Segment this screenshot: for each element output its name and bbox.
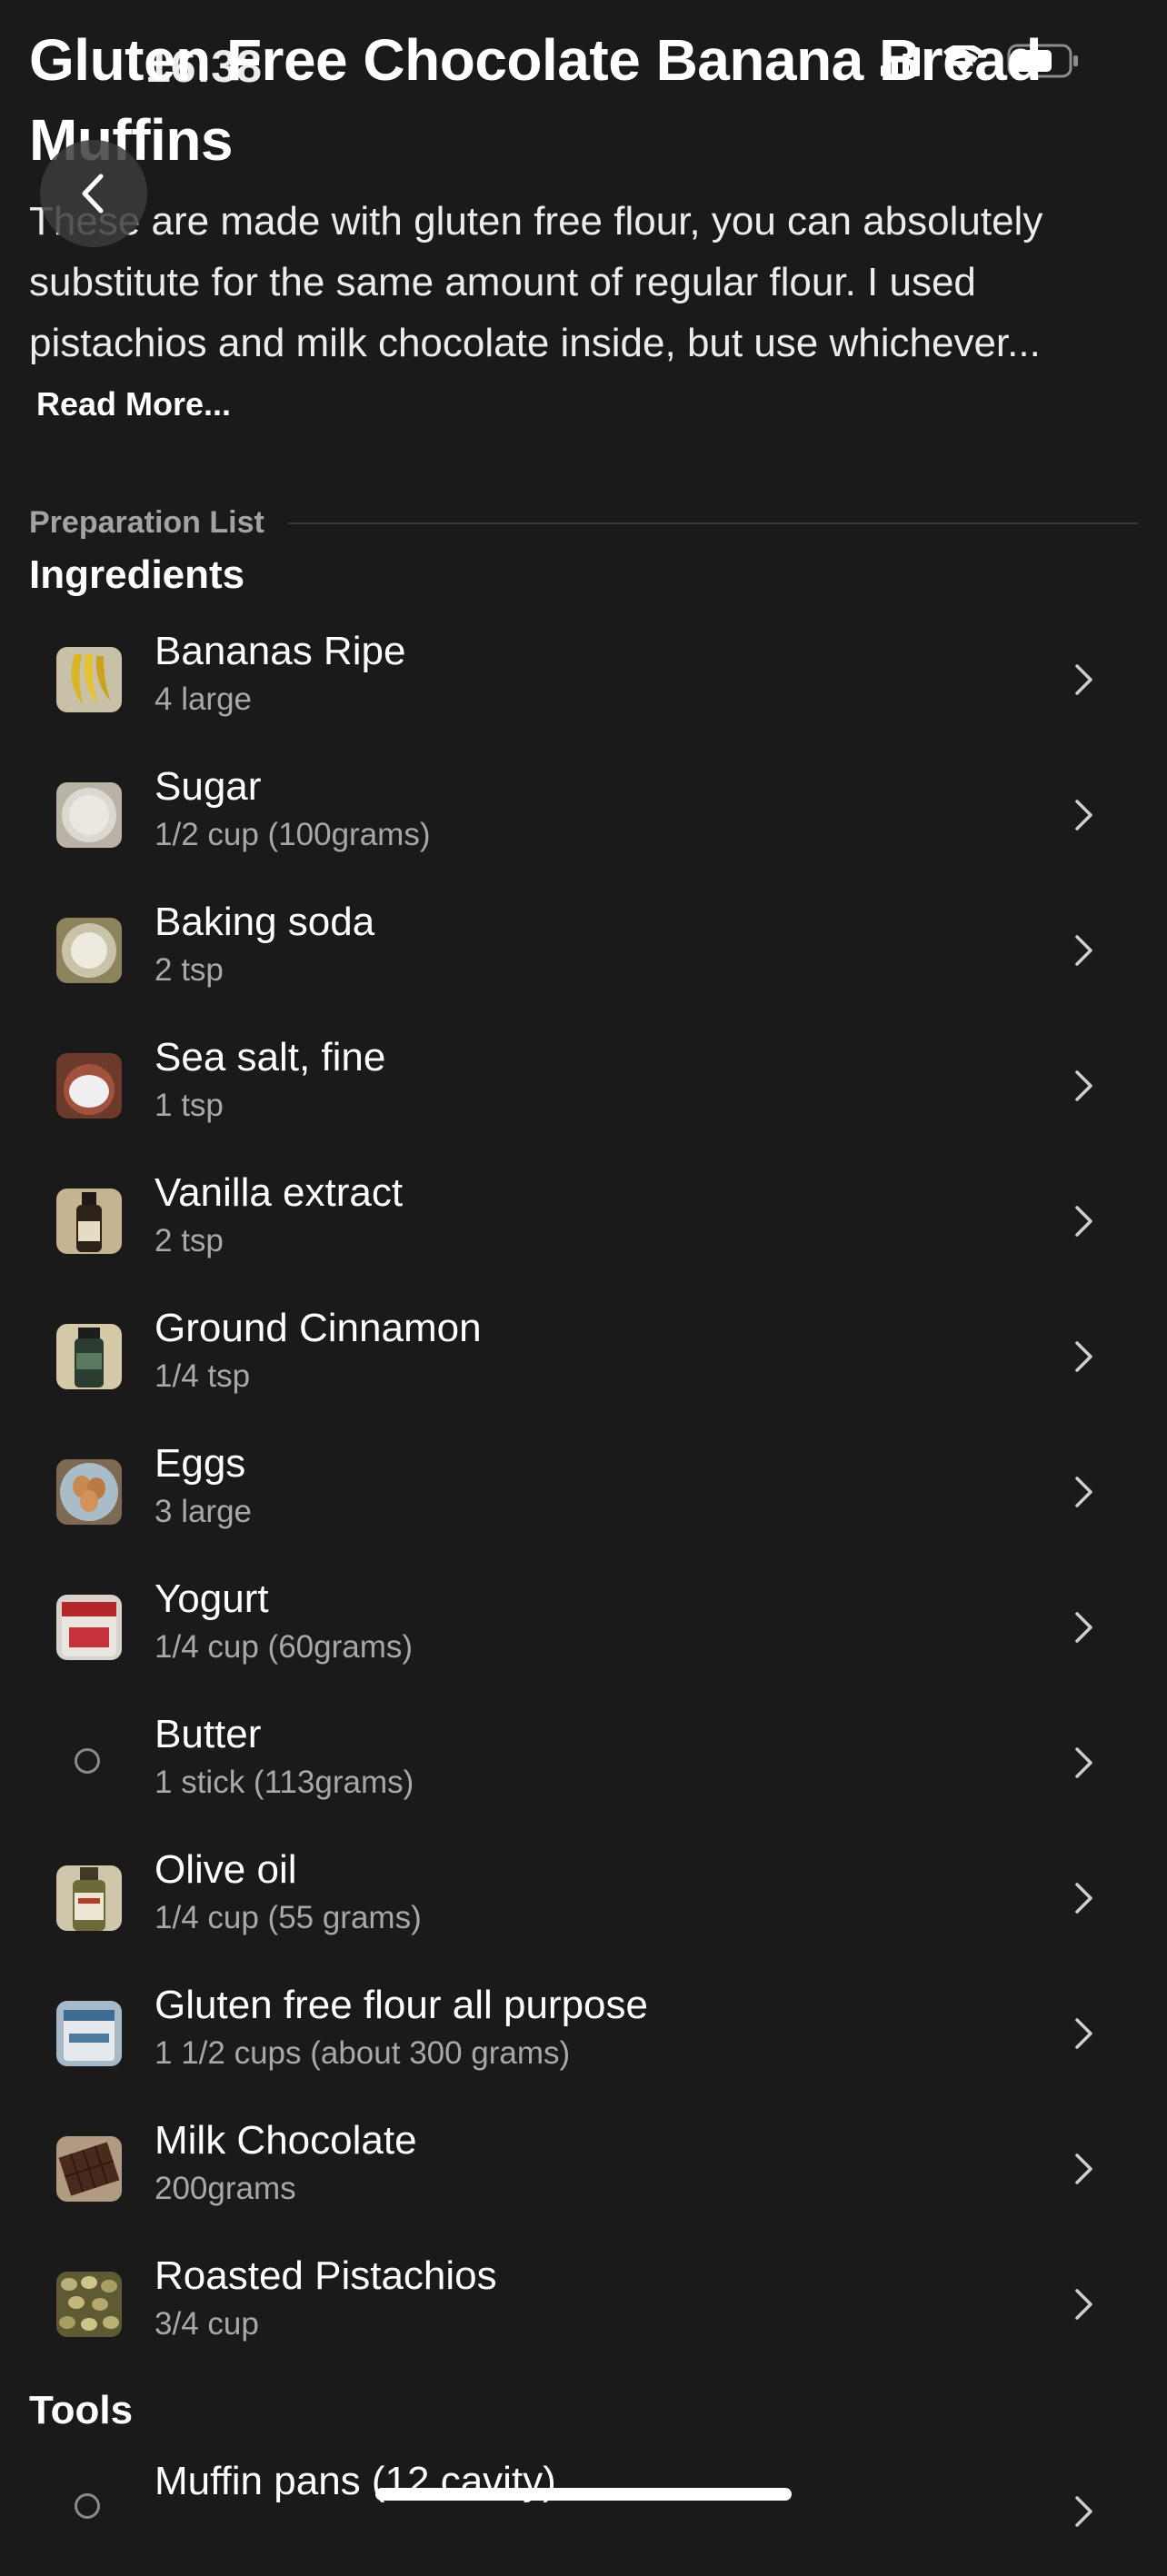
chevron-right-icon [1075, 2496, 1092, 2527]
divider [287, 522, 1138, 524]
ingredient-row-butter[interactable]: Butter 1 stick (113grams) [0, 1686, 1167, 1822]
chevron-right-icon [1075, 2289, 1092, 2320]
olive-oil-thumbnail [56, 1865, 122, 1931]
ingredient-name: Vanilla extract [155, 1170, 404, 1215]
ingredient-row-eggs[interactable]: Eggs 3 large [0, 1416, 1167, 1551]
ingredient-quantity: 1 tsp [155, 1088, 224, 1123]
pistachios-thumbnail [56, 2272, 122, 2337]
ingredient-name: Sea salt, fine [155, 1035, 386, 1079]
chevron-left-icon [82, 174, 104, 214]
ingredient-row-milk-chocolate[interactable]: Milk Chocolate 200grams [0, 2093, 1167, 2228]
chevron-right-icon [1075, 2153, 1092, 2184]
chevron-right-icon [1075, 935, 1092, 966]
ingredient-name: Eggs [155, 1441, 246, 1486]
ingredient-row-gluten-free-flour[interactable]: Gluten free flour all purpose 1 1/2 cups… [0, 1957, 1167, 2093]
baking-soda-thumbnail [56, 918, 122, 983]
cinnamon-thumbnail [56, 1324, 122, 1389]
ingredient-quantity: 3 large [155, 1494, 253, 1529]
ingredient-row-baking-soda[interactable]: Baking soda 2 tsp [0, 874, 1167, 1010]
ingredient-row-vanilla-extract[interactable]: Vanilla extract 2 tsp [0, 1145, 1167, 1280]
ingredient-row-roasted-pistachios[interactable]: Roasted Pistachios 3/4 cup [0, 2228, 1167, 2363]
recipe-description: These are made with gluten free flour, y… [29, 199, 1043, 365]
tools-list: Muffin pans (12 cavity) [0, 2441, 1167, 2576]
ingredient-quantity: 1/4 cup (60grams) [155, 1629, 414, 1665]
eggs-thumbnail [56, 1459, 122, 1525]
vanilla-extract-thumbnail [56, 1189, 122, 1254]
ingredient-quantity: 1/2 cup (100grams) [155, 817, 431, 852]
ingredient-name: Ground Cinnamon [155, 1306, 482, 1350]
ingredients-list: Bananas Ripe 4 large Sugar 1/2 cup (100g… [0, 603, 1167, 2363]
ingredient-quantity: 1/4 tsp [155, 1358, 251, 1394]
ingredient-quantity: 200grams [155, 2171, 296, 2206]
ingredient-quantity: 1 1/2 cups (about 300 grams) [155, 2035, 571, 2071]
ingredients-title: Ingredients [29, 552, 245, 597]
sea-salt-thumbnail [56, 1053, 122, 1119]
flour-thumbnail [56, 2001, 122, 2066]
ingredient-quantity: 3/4 cup [155, 2306, 259, 2342]
preparation-list-header: Preparation List [29, 505, 1138, 541]
ingredient-name: Sugar [155, 764, 262, 809]
read-more-link[interactable]: Read More... [36, 385, 231, 423]
home-indicator[interactable] [375, 2488, 792, 2501]
ingredient-row-ground-cinnamon[interactable]: Ground Cinnamon 1/4 tsp [0, 1280, 1167, 1416]
ingredient-name: Gluten free flour all purpose [155, 1983, 648, 2027]
ingredient-row-sea-salt[interactable]: Sea salt, fine 1 tsp [0, 1010, 1167, 1145]
chevron-right-icon [1075, 800, 1092, 830]
chocolate-thumbnail [56, 2136, 122, 2202]
chevron-right-icon [1075, 1747, 1092, 1778]
ingredient-quantity: 4 large [155, 681, 253, 717]
back-button[interactable] [40, 140, 147, 247]
ingredient-quantity: 1/4 cup (55 grams) [155, 1900, 422, 1935]
ingredient-name: Baking soda [155, 900, 375, 944]
ingredient-row-bananas[interactable]: Bananas Ripe 4 large [0, 603, 1167, 739]
ingredient-name: Milk Chocolate [155, 2118, 417, 2163]
preparation-list-label: Preparation List [29, 505, 264, 540]
ingredient-row-sugar[interactable]: Sugar 1/2 cup (100grams) [0, 739, 1167, 874]
banana-thumbnail [56, 647, 122, 712]
ingredient-quantity: 1 stick (113grams) [155, 1765, 414, 1800]
yogurt-thumbnail [56, 1595, 122, 1660]
recipe-title: Gluten Free Chocolate Banana Bread Muffi… [29, 27, 1042, 173]
ingredient-name: Olive oil [155, 1847, 297, 1892]
ingredient-name: Bananas Ripe [155, 629, 406, 673]
chevron-right-icon [1075, 1070, 1092, 1101]
chevron-right-icon [1075, 664, 1092, 695]
ingredient-row-olive-oil[interactable]: Olive oil 1/4 cup (55 grams) [0, 1822, 1167, 1957]
chevron-right-icon [1075, 2018, 1092, 2049]
chevron-right-icon [1075, 1612, 1092, 1643]
ingredient-name: Yogurt [155, 1576, 269, 1621]
ingredient-name: Butter [155, 1712, 262, 1756]
ingredient-name: Roasted Pistachios [155, 2253, 497, 2298]
chevron-right-icon [1075, 1206, 1092, 1237]
ingredient-quantity: 2 tsp [155, 952, 224, 988]
tools-title: Tools [29, 2388, 134, 2432]
ingredient-quantity: 2 tsp [155, 1223, 224, 1258]
chevron-right-icon [1075, 1341, 1092, 1372]
ingredient-row-yogurt[interactable]: Yogurt 1/4 cup (60grams) [0, 1551, 1167, 1686]
sugar-thumbnail [56, 782, 122, 848]
tool-row-muffin-pans[interactable]: Muffin pans (12 cavity) [0, 2441, 1167, 2576]
chevron-right-icon [1075, 1883, 1092, 1914]
empty-circle-icon [75, 2493, 100, 2519]
chevron-right-icon [1075, 1477, 1092, 1507]
empty-circle-icon [75, 1748, 100, 1774]
